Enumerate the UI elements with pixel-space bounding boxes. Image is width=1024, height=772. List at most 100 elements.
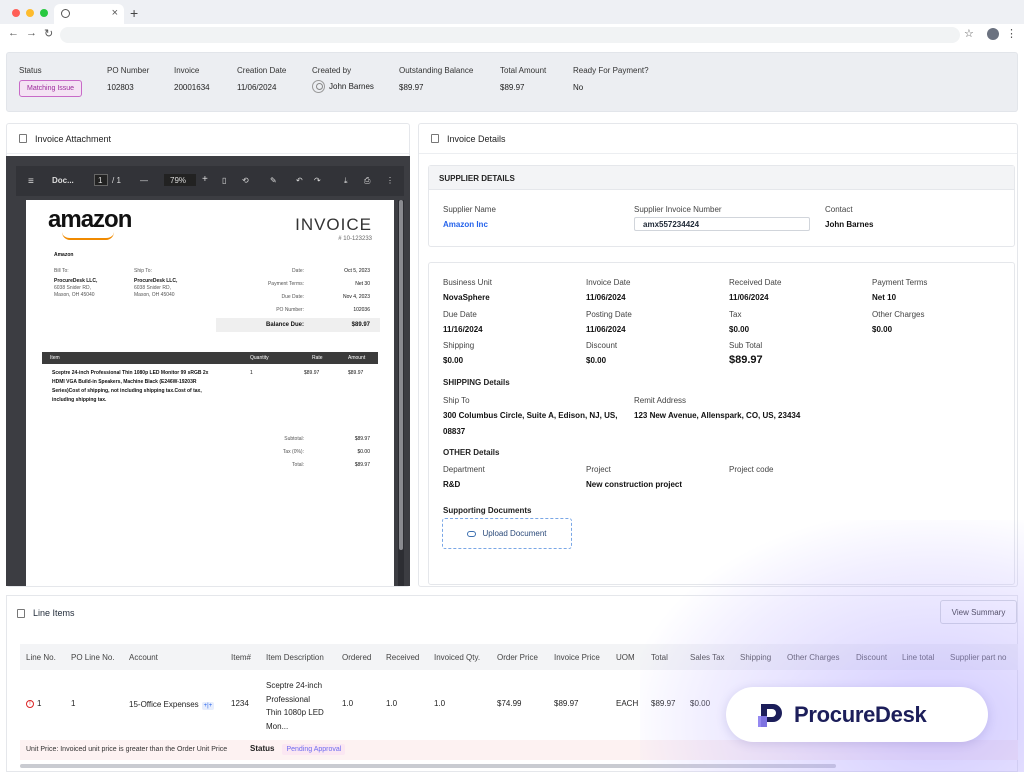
outstanding-balance-label: Outstanding Balance (399, 66, 474, 75)
col-account[interactable]: Account (129, 653, 158, 662)
pdf-invoice-number: # 10-123233 (338, 236, 372, 242)
new-tab-icon[interactable]: + (130, 5, 138, 21)
col-sales-tax[interactable]: Sales Tax (690, 653, 725, 662)
col-shipping[interactable]: Shipping (740, 653, 771, 662)
business-unit-label: Business Unit (443, 278, 492, 287)
ship-to-label: Ship To (443, 396, 470, 405)
col-invoice-price[interactable]: Invoice Price (554, 653, 600, 662)
pdf-zoom-in-button[interactable]: + (202, 174, 208, 185)
discount-field: Discount $0.00 (586, 341, 617, 365)
col-other-charges[interactable]: Other Charges (787, 653, 839, 662)
pdf-terms-value: Net 30 (355, 281, 370, 287)
pdf-page-total: / 1 (112, 176, 121, 185)
pdf-item-desc-line2: HDMI VGA Build-in Speakers, Machine Blac… (52, 379, 197, 385)
pdf-balance-value: $89.97 (351, 322, 370, 328)
col-item-description[interactable]: Item Description (266, 653, 324, 662)
account-cell[interactable]: 15-Office Expenses +|+ (129, 700, 215, 710)
back-icon[interactable]: ← (8, 27, 19, 39)
amazon-smile-icon (62, 232, 114, 240)
view-summary-button[interactable]: View Summary (940, 600, 1017, 624)
address-bar[interactable] (60, 27, 960, 43)
col-invoiced-qty[interactable]: Invoiced Qty. (434, 653, 480, 662)
pdf-subtotal-value: $89.97 (354, 436, 370, 442)
reload-icon[interactable]: ↻ (44, 27, 53, 40)
col-line-total[interactable]: Line total (902, 653, 934, 662)
invoice-summary-bar: Status Matching Issue PO Number 102803 I… (6, 52, 1018, 112)
invoice-field: Invoice 20001634 (174, 66, 210, 92)
pdf-scrollbar[interactable] (398, 200, 404, 586)
bookmark-star-icon[interactable]: ☆ (964, 27, 974, 40)
invoice-value: 20001634 (174, 83, 210, 92)
status-label: Status (19, 66, 42, 75)
maximize-window-button[interactable] (40, 9, 48, 17)
browser-tab[interactable]: × (54, 4, 124, 24)
tax-field: Tax $0.00 (729, 310, 749, 334)
print-icon[interactable]: ⎙ (364, 176, 370, 186)
annotate-icon[interactable]: ✎ (270, 176, 277, 185)
project-code-label: Project code (729, 465, 774, 474)
pdf-po-label: PO Number: (276, 307, 304, 313)
attachment-icon (19, 134, 27, 143)
rotate-icon[interactable]: ⟲ (242, 176, 249, 185)
table-horizontal-scrollbar[interactable] (20, 764, 836, 768)
pdf-po-value: 102036 (353, 307, 370, 313)
supplier-name-field: Supplier Name Amazon Inc (443, 205, 496, 229)
browser-menu-icon[interactable]: ⋮ (1006, 27, 1017, 40)
supplier-invoice-number-input[interactable]: amx557234424 (634, 217, 810, 231)
col-received[interactable]: Received (386, 653, 419, 662)
pdf-more-icon[interactable]: ⋮ (386, 176, 394, 185)
pdf-menu-icon[interactable]: ≡ (28, 176, 34, 187)
col-order-price[interactable]: Order Price (497, 653, 538, 662)
fit-page-icon[interactable]: ▯ (222, 176, 226, 185)
undo-icon[interactable]: ↶ (296, 176, 303, 185)
details-header: Invoice Details (419, 124, 1017, 154)
col-uom[interactable]: UOM (616, 653, 635, 662)
col-discount[interactable]: Discount (856, 653, 887, 662)
col-po-line-no[interactable]: PO Line No. (71, 653, 115, 662)
supplier-name-link[interactable]: Amazon Inc (443, 220, 496, 229)
pdf-due-value: Nov 4, 2023 (343, 294, 370, 300)
download-icon[interactable]: ⤓ (344, 176, 348, 186)
upload-document-button[interactable]: Upload Document (442, 518, 572, 549)
line-items-header: Line Items (17, 608, 75, 618)
remit-address-label: Remit Address (634, 396, 687, 405)
minimize-window-button[interactable] (26, 9, 34, 17)
close-tab-icon[interactable]: × (112, 7, 118, 19)
window-controls (12, 9, 48, 17)
col-total[interactable]: Total (651, 653, 668, 662)
redo-icon[interactable]: ↷ (314, 176, 321, 185)
status-field: Status Matching Issue (19, 66, 83, 97)
split-account-icon[interactable]: +|+ (201, 702, 215, 710)
total-amount-field: Total Amount $89.97 (500, 66, 546, 92)
profile-icon[interactable] (987, 28, 999, 40)
pdf-zoom-value: 79% (170, 176, 187, 185)
supporting-documents-label: Supporting Documents (443, 506, 532, 515)
col-item-no[interactable]: Item# (231, 653, 251, 662)
pdf-page: amazon INVOICE # 10-123233 Amazon Bill T… (26, 200, 394, 586)
pdf-terms-label: Payment Terms: (267, 281, 304, 287)
pdf-total-label: Total: (292, 462, 304, 468)
col-ordered[interactable]: Ordered (342, 653, 371, 662)
pdf-due-label: Due Date: (281, 294, 304, 300)
col-line-no[interactable]: Line No. (26, 653, 56, 662)
close-window-button[interactable] (12, 9, 20, 17)
total-cell: $89.97 (651, 699, 676, 708)
other-charges-value: $0.00 (872, 325, 893, 334)
pdf-ship-to-addr2: Mason, OH 45040 (134, 292, 175, 298)
pdf-bill-to-name: ProcureDesk LLC, (54, 278, 98, 284)
pdf-viewer[interactable]: ≡ Doc... 1 / 1 — 79% + ▯ ⟲ ✎ ↶ ↷ ⤓ ⎙ ⋮ a… (6, 156, 410, 586)
error-status-label: Status (250, 744, 275, 753)
invoice-date-field: Invoice Date 11/06/2024 (586, 278, 630, 302)
pdf-scrollbar-thumb[interactable] (399, 200, 403, 550)
forward-icon[interactable]: → (26, 27, 37, 39)
pdf-zoom-out-button[interactable]: — (140, 176, 148, 185)
error-status: Status Pending Approval (250, 744, 346, 755)
subtotal-value: $89.97 (729, 354, 763, 366)
item-no-cell: 1234 (231, 699, 249, 708)
col-supplier-part-no[interactable]: Supplier part no (950, 653, 1006, 662)
globe-icon (61, 9, 70, 18)
upload-document-label: Upload Document (482, 529, 547, 538)
received-date-field: Received Date 11/06/2024 (729, 278, 781, 302)
shipping-field: Shipping $0.00 (443, 341, 474, 365)
project-value: New construction project (586, 480, 683, 489)
